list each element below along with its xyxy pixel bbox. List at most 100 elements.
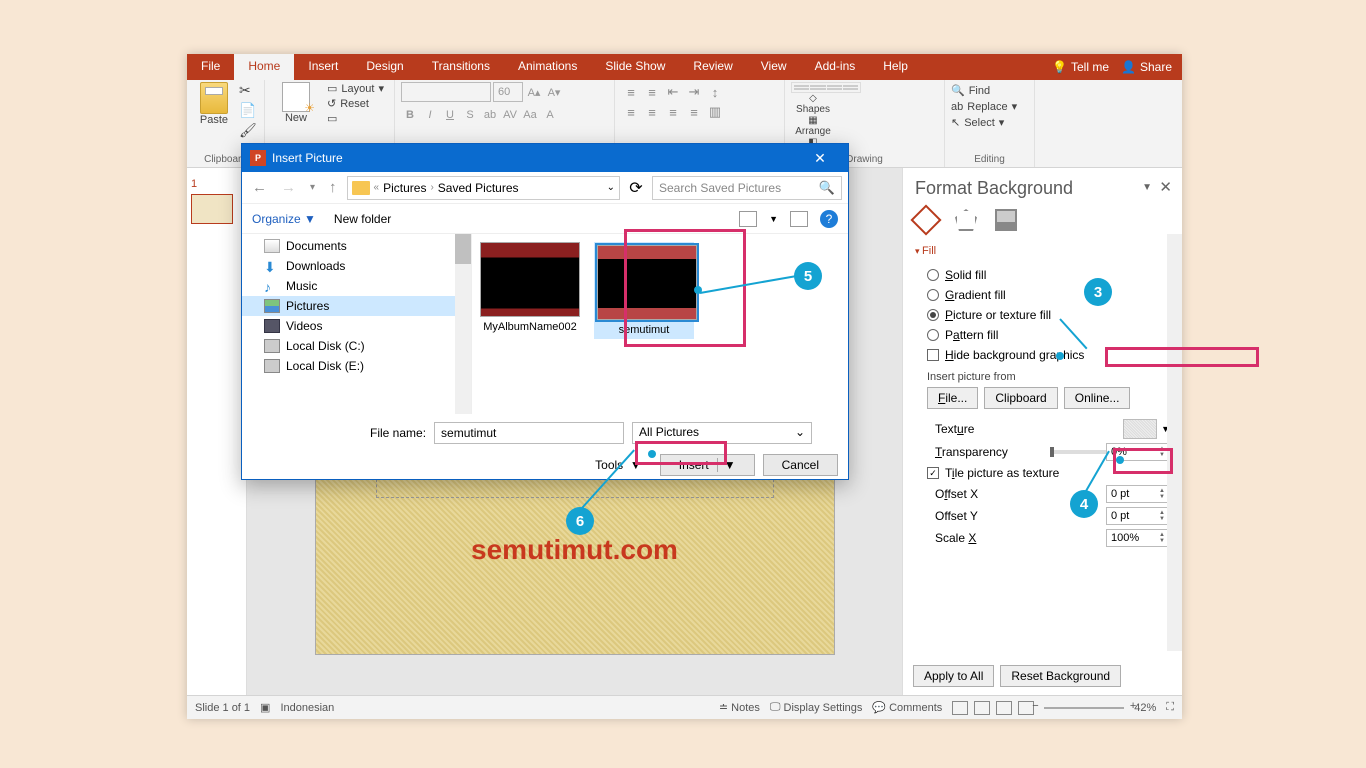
- dialog-titlebar[interactable]: P Insert Picture ✕: [242, 144, 848, 172]
- tree-documents[interactable]: Documents: [242, 236, 471, 256]
- new-folder-button[interactable]: New folder: [334, 212, 391, 226]
- indent-inc-button[interactable]: ⇥: [684, 82, 704, 102]
- insert-button[interactable]: Insert▼: [660, 454, 755, 476]
- align-left-button[interactable]: ≡: [621, 102, 641, 122]
- tab-help[interactable]: Help: [869, 54, 922, 80]
- bullets-button[interactable]: ≡: [621, 82, 641, 102]
- slide-thumbnail[interactable]: [191, 194, 233, 224]
- transparency-slider[interactable]: [1050, 450, 1106, 454]
- offsetx-input[interactable]: 0 pt▲▼: [1106, 485, 1170, 503]
- charspacing-button[interactable]: AV: [501, 105, 519, 125]
- preview-button[interactable]: [790, 211, 808, 227]
- cut-icon[interactable]: ✂: [239, 82, 255, 98]
- breadcrumb-saved[interactable]: Saved Pictures: [438, 181, 519, 195]
- shadow-button[interactable]: ab: [481, 105, 499, 125]
- justify-button[interactable]: ≡: [684, 102, 704, 122]
- language-status[interactable]: Indonesian: [280, 702, 334, 714]
- tab-animations[interactable]: Animations: [504, 54, 591, 80]
- align-center-button[interactable]: ≡: [642, 102, 662, 122]
- spellcheck-icon[interactable]: ▣: [260, 701, 270, 714]
- tab-transitions[interactable]: Transitions: [418, 54, 504, 80]
- nav-up-button[interactable]: ↑: [325, 179, 341, 196]
- tab-file[interactable]: File: [187, 54, 234, 80]
- tile-checkbox[interactable]: ✓Tile picture as texture: [915, 463, 1170, 483]
- nav-recent-dropdown[interactable]: ▾: [306, 182, 319, 193]
- apply-all-button[interactable]: Apply to All: [913, 665, 994, 687]
- columns-button[interactable]: ▥: [705, 102, 725, 122]
- pane-options-dropdown[interactable]: ▼: [1142, 182, 1152, 193]
- zoom-value[interactable]: 42%: [1134, 702, 1156, 714]
- reset-button[interactable]: ↺Reset: [327, 97, 384, 110]
- tab-home[interactable]: Home: [234, 54, 294, 80]
- align-right-button[interactable]: ≡: [663, 102, 683, 122]
- view-button[interactable]: [739, 211, 757, 227]
- tab-addins[interactable]: Add-ins: [801, 54, 870, 80]
- fill-section-header[interactable]: Fill: [915, 245, 1170, 257]
- tree-disk-e[interactable]: Local Disk (E:): [242, 356, 471, 376]
- select-button[interactable]: ↖Select ▾: [951, 116, 1028, 129]
- hide-bg-checkbox[interactable]: Hide background graphics: [915, 345, 1170, 365]
- case-button[interactable]: Aa: [521, 105, 539, 125]
- cancel-button[interactable]: Cancel: [763, 454, 838, 476]
- shapes-button[interactable]: ◇Shapes: [791, 93, 835, 115]
- find-button[interactable]: 🔍Find: [951, 84, 1028, 97]
- solid-fill-radio[interactable]: Solid fill: [915, 265, 1170, 285]
- address-bar[interactable]: « Pictures › Saved Pictures ⌄: [347, 176, 620, 200]
- search-input[interactable]: Search Saved Pictures 🔍: [652, 176, 842, 200]
- tree-pictures[interactable]: Pictures: [242, 296, 471, 316]
- nav-back-button[interactable]: ←: [248, 179, 271, 196]
- nav-forward-button[interactable]: →: [277, 179, 300, 196]
- picture-fill-radio[interactable]: Picture or texture fill: [915, 305, 1170, 325]
- tab-insert[interactable]: Insert: [294, 54, 352, 80]
- tree-scrollbar[interactable]: [455, 234, 471, 414]
- file-item-2[interactable]: semutimut: [594, 242, 694, 339]
- sorter-view-icon[interactable]: [974, 701, 990, 715]
- display-settings-button[interactable]: 🖵 Display Settings: [770, 701, 862, 714]
- format-painter-icon[interactable]: 🖌: [239, 122, 255, 138]
- new-slide-button[interactable]: New: [271, 82, 321, 125]
- tree-music[interactable]: ♪Music: [242, 276, 471, 296]
- offsety-input[interactable]: 0 pt▲▼: [1106, 507, 1170, 525]
- increase-font-icon[interactable]: A▴: [525, 82, 543, 102]
- notes-button[interactable]: ≐ Notes: [719, 701, 760, 714]
- online-button[interactable]: Online...: [1064, 387, 1131, 409]
- normal-view-icon[interactable]: [952, 701, 968, 715]
- tab-view[interactable]: View: [747, 54, 801, 80]
- font-name-select[interactable]: [401, 82, 491, 102]
- linespacing-button[interactable]: ↕: [705, 82, 725, 102]
- file-filter-select[interactable]: All Pictures⌄: [632, 422, 812, 444]
- help-button[interactable]: ?: [820, 210, 838, 228]
- zoom-slider[interactable]: [1044, 707, 1124, 709]
- pane-close-button[interactable]: ✕: [1159, 178, 1172, 196]
- share-button[interactable]: 👤Share: [1121, 60, 1172, 74]
- arrange-button[interactable]: ▦Arrange: [791, 115, 835, 137]
- dialog-close-button[interactable]: ✕: [800, 150, 840, 167]
- numbering-button[interactable]: ≡: [642, 82, 662, 102]
- texture-picker[interactable]: [1123, 419, 1157, 439]
- gradient-fill-radio[interactable]: Gradient fill: [915, 285, 1170, 305]
- clipboard-button[interactable]: Clipboard: [984, 387, 1057, 409]
- tell-me[interactable]: 💡Tell me: [1052, 60, 1109, 74]
- file-button[interactable]: File...: [927, 387, 978, 409]
- indent-dec-button[interactable]: ⇤: [663, 82, 683, 102]
- tab-design[interactable]: Design: [352, 54, 417, 80]
- reset-bg-button[interactable]: Reset Background: [1000, 665, 1121, 687]
- tab-slideshow[interactable]: Slide Show: [591, 54, 679, 80]
- pane-scrollbar[interactable]: [1167, 234, 1182, 651]
- shapes-gallery[interactable]: [791, 82, 861, 93]
- tree-videos[interactable]: Videos: [242, 316, 471, 336]
- fill-tab-icon[interactable]: [910, 204, 941, 235]
- paste-button[interactable]: Paste: [193, 82, 235, 138]
- section-button[interactable]: ▭: [327, 112, 384, 125]
- strike-button[interactable]: S: [461, 105, 479, 125]
- breadcrumb-pictures[interactable]: Pictures: [383, 181, 426, 195]
- file-item-1[interactable]: MyAlbumName002: [480, 242, 580, 333]
- bold-button[interactable]: B: [401, 105, 419, 125]
- comments-button[interactable]: 💬 Comments: [872, 701, 942, 714]
- scalex-input[interactable]: 100%▲▼: [1106, 529, 1170, 547]
- copy-icon[interactable]: 📄: [239, 102, 255, 118]
- layout-button[interactable]: ▭Layout ▾: [327, 82, 384, 95]
- picture-tab-icon[interactable]: [995, 209, 1017, 231]
- filename-input[interactable]: [434, 422, 624, 444]
- tree-downloads[interactable]: ⬇Downloads: [242, 256, 471, 276]
